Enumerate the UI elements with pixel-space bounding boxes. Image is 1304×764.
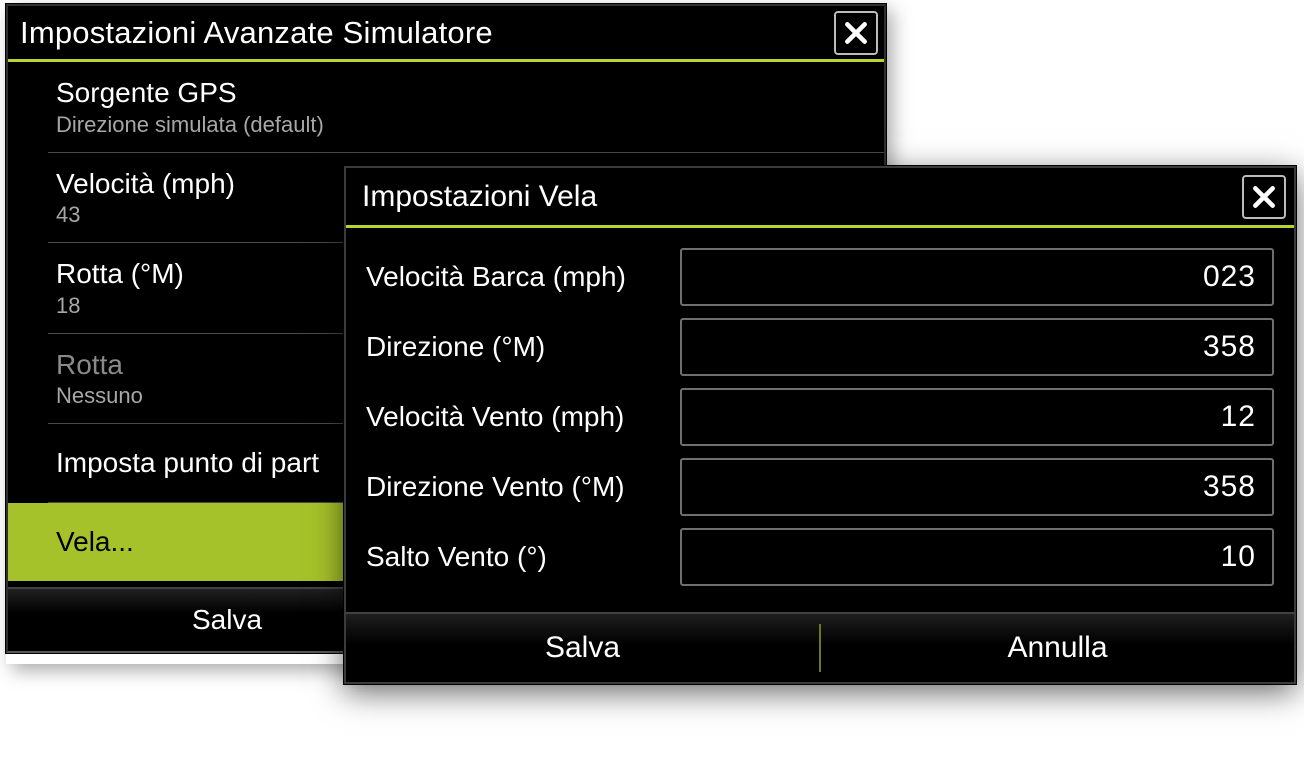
field-value: 358 bbox=[1203, 470, 1256, 504]
field-value: 023 bbox=[1203, 260, 1256, 294]
dialog-footer: Salva Annulla bbox=[346, 612, 1294, 682]
close-icon bbox=[1251, 184, 1277, 210]
wind-speed-input[interactable]: 12 bbox=[680, 388, 1274, 446]
row-value: Direzione simulata (default) bbox=[56, 112, 884, 138]
heading-input[interactable]: 358 bbox=[680, 318, 1274, 376]
wind-shift-input[interactable]: 10 bbox=[680, 528, 1274, 586]
row-title: Sorgente GPS bbox=[56, 76, 884, 110]
dialog-title: Impostazioni Vela bbox=[362, 180, 1242, 214]
close-icon bbox=[843, 20, 869, 46]
button-label: Salva bbox=[192, 604, 262, 636]
field-value: 358 bbox=[1203, 330, 1256, 364]
dialog-title: Impostazioni Avanzate Simulatore bbox=[20, 15, 834, 51]
field-value: 10 bbox=[1221, 540, 1256, 574]
field-label: Salto Vento (°) bbox=[366, 541, 666, 573]
field-label: Velocità Barca (mph) bbox=[366, 261, 666, 293]
field-heading: Direzione (°M) 358 bbox=[366, 312, 1274, 382]
wind-direction-input[interactable]: 358 bbox=[680, 458, 1274, 516]
field-label: Direzione Vento (°M) bbox=[366, 471, 666, 503]
field-label: Direzione (°M) bbox=[366, 331, 666, 363]
boat-speed-input[interactable]: 023 bbox=[680, 248, 1274, 306]
button-label: Salva bbox=[545, 631, 620, 665]
field-wind-speed: Velocità Vento (mph) 12 bbox=[366, 382, 1274, 452]
field-label: Velocità Vento (mph) bbox=[366, 401, 666, 433]
form-body: Velocità Barca (mph) 023 Direzione (°M) … bbox=[346, 228, 1294, 606]
dialog-titlebar: Impostazioni Vela bbox=[346, 168, 1294, 228]
field-wind-direction: Direzione Vento (°M) 358 bbox=[366, 452, 1274, 522]
save-button[interactable]: Salva bbox=[346, 614, 819, 682]
dialog-titlebar: Impostazioni Avanzate Simulatore bbox=[8, 6, 884, 62]
field-wind-shift: Salto Vento (°) 10 bbox=[366, 522, 1274, 592]
sail-settings-dialog: Impostazioni Vela Velocità Barca (mph) 0… bbox=[344, 166, 1296, 684]
field-value: 12 bbox=[1221, 400, 1256, 434]
list-item-gps-source[interactable]: Sorgente GPS Direzione simulata (default… bbox=[48, 62, 884, 153]
close-button[interactable] bbox=[834, 11, 878, 55]
button-label: Annulla bbox=[1007, 631, 1107, 665]
close-button[interactable] bbox=[1242, 175, 1286, 219]
field-boat-speed: Velocità Barca (mph) 023 bbox=[366, 242, 1274, 312]
cancel-button[interactable]: Annulla bbox=[821, 614, 1294, 682]
